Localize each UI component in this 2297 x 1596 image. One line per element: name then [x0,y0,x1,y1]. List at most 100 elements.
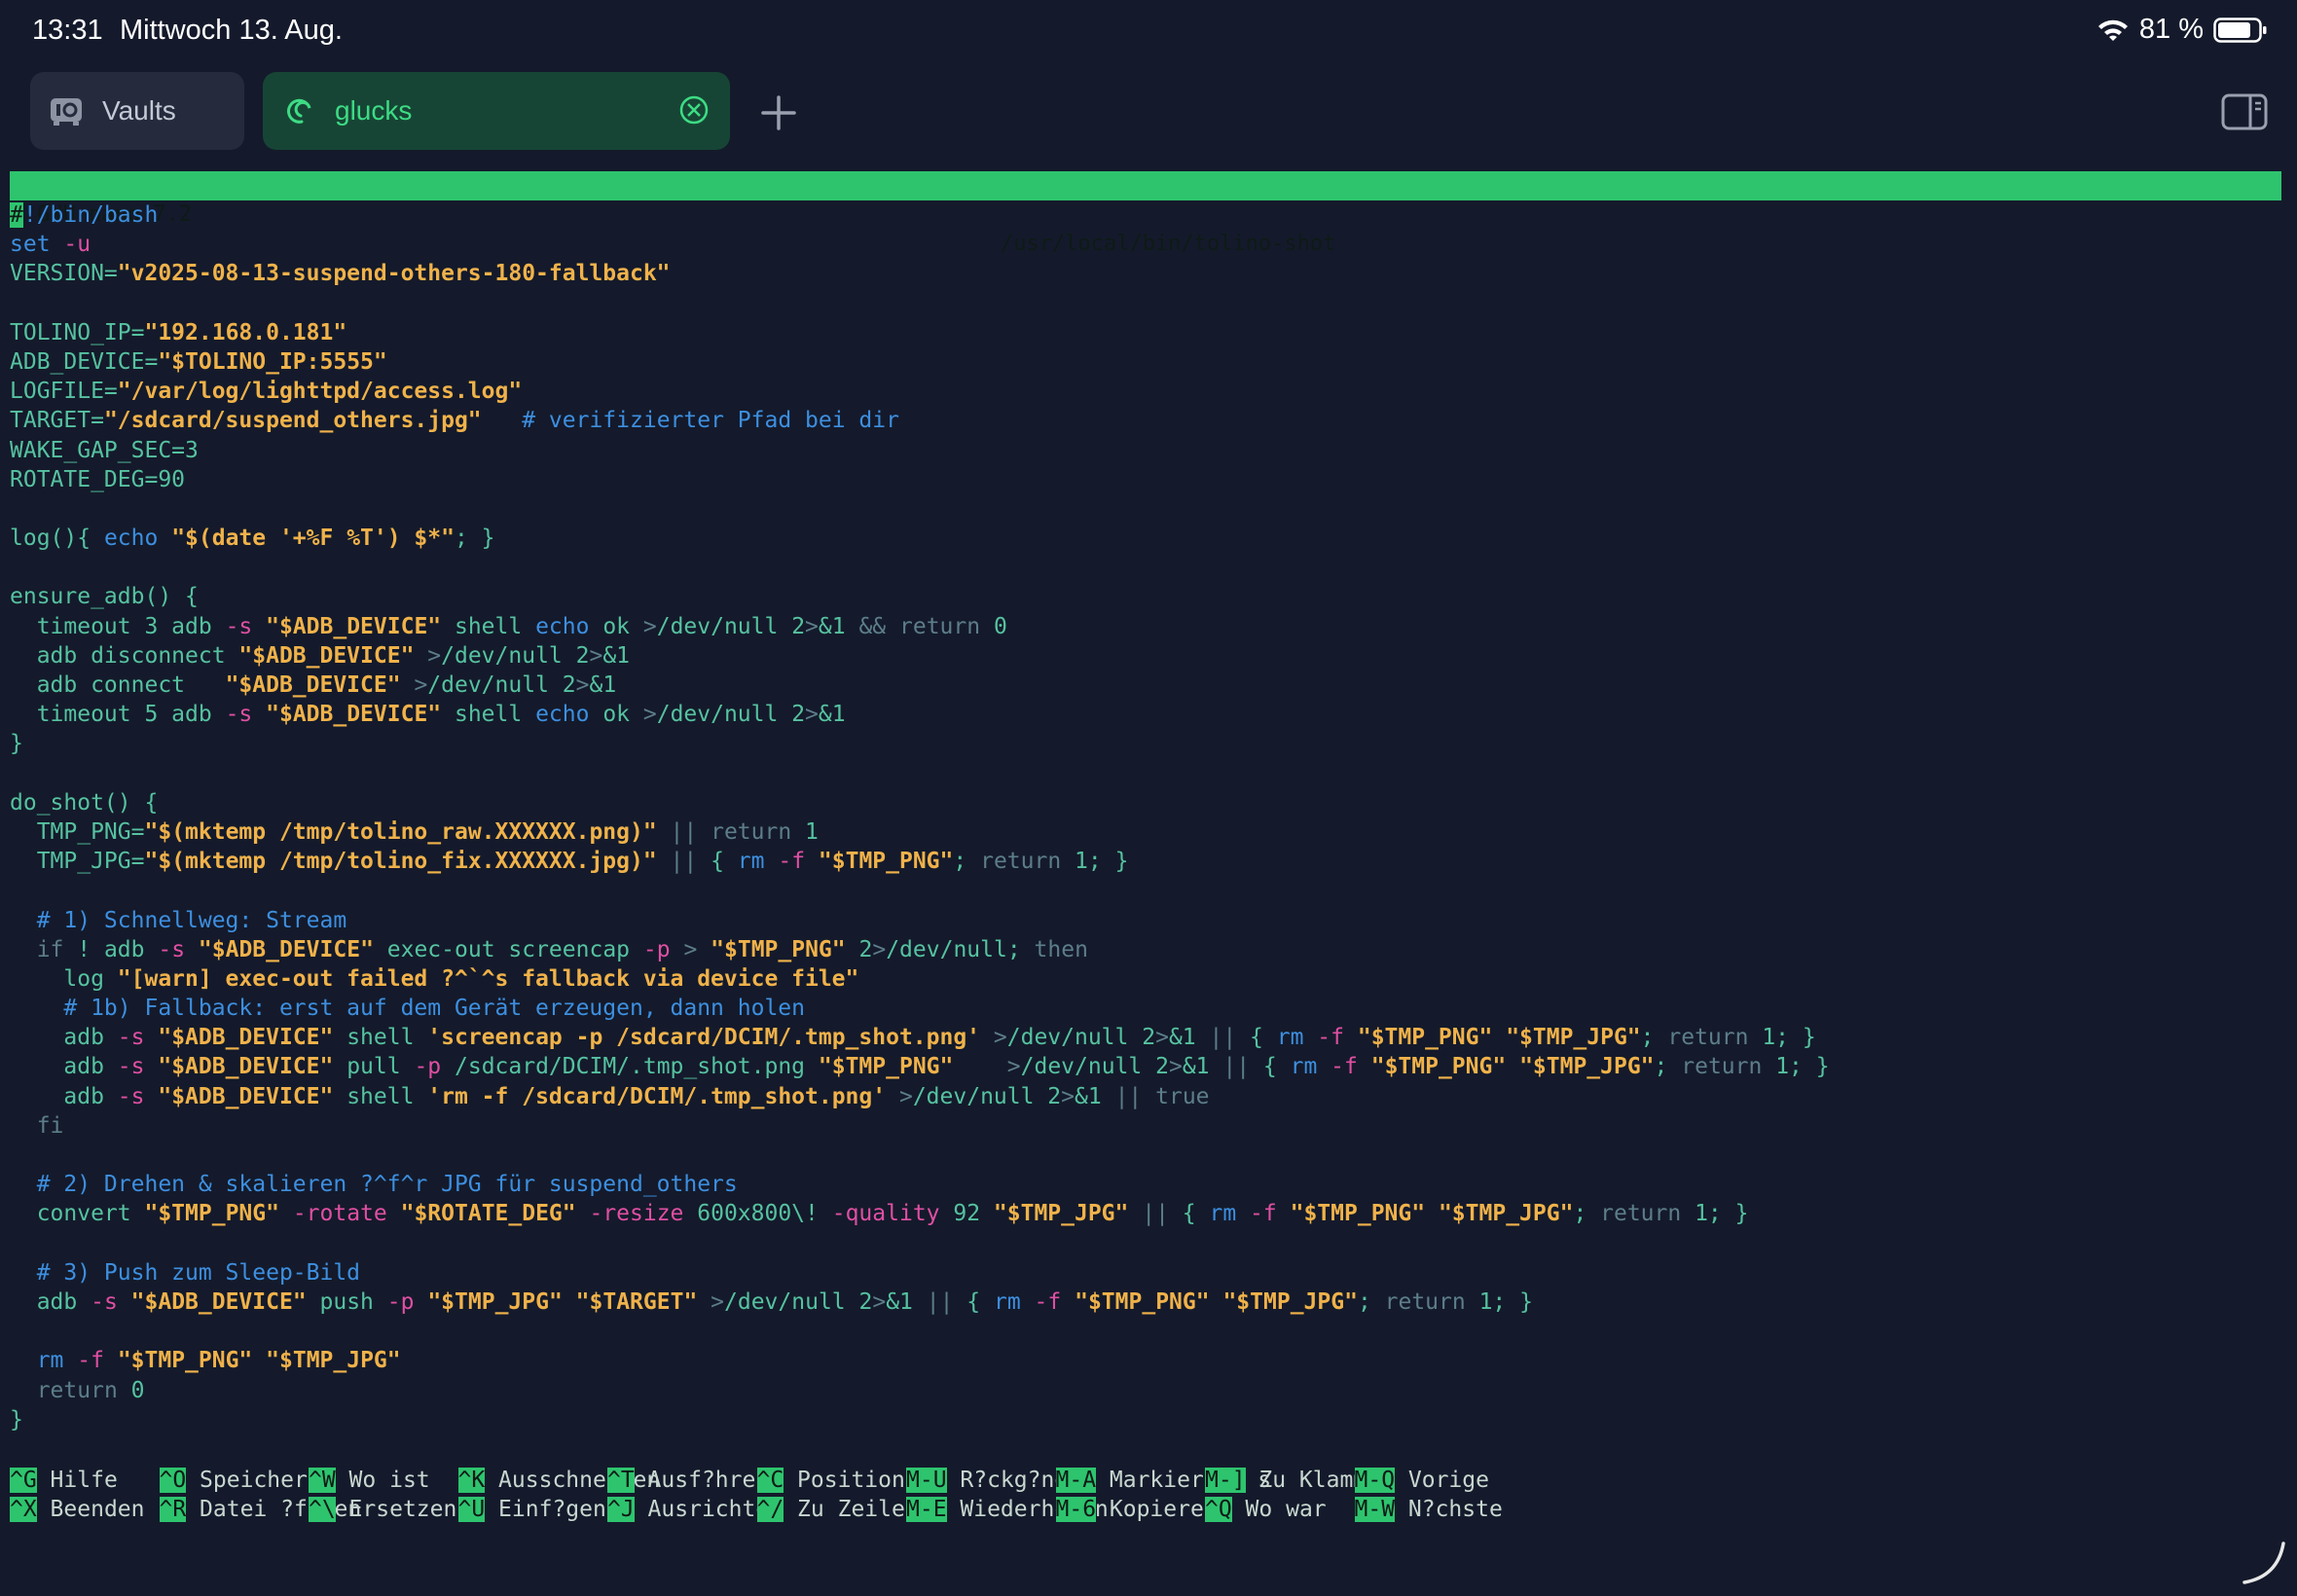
sidebar-toggle-icon[interactable] [2221,93,2268,130]
tab-glucks[interactable]: glucks [263,72,730,150]
debian-swirl-icon [287,98,311,124]
shortcut-key: ^R [159,1497,187,1523]
tab-label: Vaults [102,95,176,126]
code-line: } [10,731,23,757]
tab-vaults[interactable]: Vaults [30,72,244,150]
tab-label: glucks [335,95,413,126]
shortcut-key: ^/ [756,1497,784,1523]
shortcut-item[interactable]: ^G Hilfe [10,1466,118,1495]
shortcut-key: ^Q [1205,1497,1232,1523]
shortcut-key: ^G [10,1468,37,1493]
shortcut-label: Speichern [186,1468,321,1493]
status-right: 81 % [2096,14,2268,46]
code-line: ensure_adb() { [10,584,199,610]
code-line: LOGFILE="/var/log/lighttpd/access.log" [10,379,523,405]
code-line: TMP_JPG="$(mktemp /tmp/tolino_fix.XXXXXX… [10,849,1129,875]
code-line: adb -s "$ADB_DEVICE" shell 'rm -f /sdcar… [10,1083,1210,1109]
battery-icon [2213,17,2267,43]
shortcut-item[interactable]: ^X Beenden [10,1495,144,1524]
editor-text-area[interactable]: #!/bin/bash set -u VERSION="v2025-08-13-su… [10,200,2287,1434]
code-line: # 1) Schnellweg: Stream [10,907,347,933]
shortcut-label: Position [784,1468,905,1493]
tab-bar: Vaults glucks [0,72,2297,152]
code-line: rm -f "$TMP_PNG" "$TMP_JPG" [36,1348,401,1374]
code-line: ADB_DEVICE="$TOLINO_IP:5555" [10,348,387,375]
shortcut-item[interactable]: ^Q Wo war [1205,1495,1327,1524]
code-line: adb -s "$ADB_DEVICE" pull -p /sdcard/DCI… [10,1054,1830,1080]
code-line: adb -s "$ADB_DEVICE" shell 'screencap -p… [10,1025,1816,1051]
shortcut-label: Wo war [1231,1497,1327,1523]
shortcut-label: Ausf?hren [634,1468,770,1493]
shortcut-item[interactable]: ^T Ausf?hren [607,1466,769,1495]
shortcut-key: ^T [607,1468,635,1493]
new-tab-plus-icon[interactable] [757,91,800,134]
code-line: TOLINO_IP="192.168.0.181" [10,319,347,345]
code-line: convert "$TMP_PNG" -rotate "$ROTATE_DEG"… [10,1201,1749,1227]
shortcut-item[interactable]: M-6 Kopieren [1055,1495,1218,1524]
shortcut-label: Zu Zeile [784,1497,905,1523]
code-line: ROTATE_DEG=90 [10,466,186,492]
code-line: adb connect "$ADB_DEVICE" >/dev/null 2>&… [10,672,617,698]
code-line: timeout 3 adb -s "$ADB_DEVICE" shell ech… [10,613,1007,639]
shortcut-item[interactable]: ^O Speichern [159,1466,321,1495]
close-icon[interactable] [675,91,712,128]
code-line: log(){ echo "$(date '+%F %T') $*"; } [10,526,495,552]
shortcut-item[interactable]: M-W N?chste [1354,1495,1503,1524]
ios-status-bar: 13:31 Mittwoch 13. Aug. 81 % [0,0,2297,62]
code-line: VERSION="v2025-08-13-suspend-others-180-… [10,261,671,287]
shortcut-label: N?chste [1395,1497,1503,1523]
shortcut-item[interactable]: M-Q Vorige [1354,1466,1489,1495]
shortcut-item[interactable]: ^U Einf?gen [457,1495,606,1524]
code-line: return 0 [36,1377,145,1403]
code-line: timeout 5 adb -s "$ADB_DEVICE" shell ech… [10,702,846,728]
code-line: } [10,1406,23,1433]
code-line: # 2) Drehen & skalieren ?^f^r JPG für su… [10,1172,738,1198]
shortcut-key: ^J [607,1497,635,1523]
shortcut-key: M-Q [1354,1468,1396,1493]
shortcut-item[interactable]: ^W Wo ist [309,1466,430,1495]
shortcut-key: ^O [159,1468,187,1493]
shortcut-label: Ersetzen [335,1497,457,1523]
code-line: if ! adb -s "$ADB_DEVICE" exec-out scree… [36,936,1088,962]
resize-corner-icon [2242,1542,2285,1584]
shortcut-key: ^X [10,1497,37,1523]
nano-title-bar: GNU nano 7.2 /usr/local/bin/tolino-shot [10,171,2281,256]
shortcut-item[interactable]: ^/ Zu Zeile [756,1495,905,1524]
shortcut-key: ^\ [309,1497,336,1523]
shortcut-label: Beenden [36,1497,145,1523]
code-line: TARGET="/sdcard/suspend_others.jpg" # ve… [10,408,899,434]
shortcut-label: Kopieren [1096,1497,1218,1523]
code-line: #!/bin/bash [10,202,159,228]
code-line: TMP_PNG="$(mktemp /tmp/tolino_raw.XXXXXX… [10,818,819,845]
shortcut-label: Vorige [1395,1468,1489,1493]
code-line: log "[warn] exec-out failed ?^`^s fallba… [10,965,859,992]
code-line: fi [36,1112,64,1139]
shortcut-label: Hilfe [36,1468,118,1493]
status-time: 13:31 [32,15,103,46]
code-line: adb disconnect "$ADB_DEVICE" >/dev/null … [10,642,631,669]
shortcut-row: ^G Hilfe ^O Speichern ^W Wo ist ^K Ausschne… [10,1466,2287,1495]
status-date: Mittwoch 13. Aug. [120,15,343,46]
code-line: WAKE_GAP_SEC=3 [10,437,199,463]
shortcut-key: M-] [1205,1468,1246,1493]
code-line: do_shot() { [10,789,159,816]
shortcut-key: M-6 [1055,1497,1097,1523]
shortcut-key: M-W [1354,1497,1396,1523]
code-line: adb -s "$ADB_DEVICE" push -p "$TMP_JPG" … [10,1288,1533,1315]
shortcut-key: ^K [457,1468,486,1493]
shortcut-key: ^W [309,1468,336,1493]
nano-shortcut-bar: ^G Hilfe ^O Speichern ^W Wo ist ^K Ausschne… [10,1466,2287,1524]
shortcut-key: M-U [906,1468,947,1493]
shortcut-item[interactable]: ^C Position [756,1466,905,1495]
shortcut-label: Einf?gen [485,1497,606,1523]
shortcut-key: M-E [906,1497,947,1523]
shortcut-item[interactable]: ^\ Ersetzen [309,1495,456,1524]
